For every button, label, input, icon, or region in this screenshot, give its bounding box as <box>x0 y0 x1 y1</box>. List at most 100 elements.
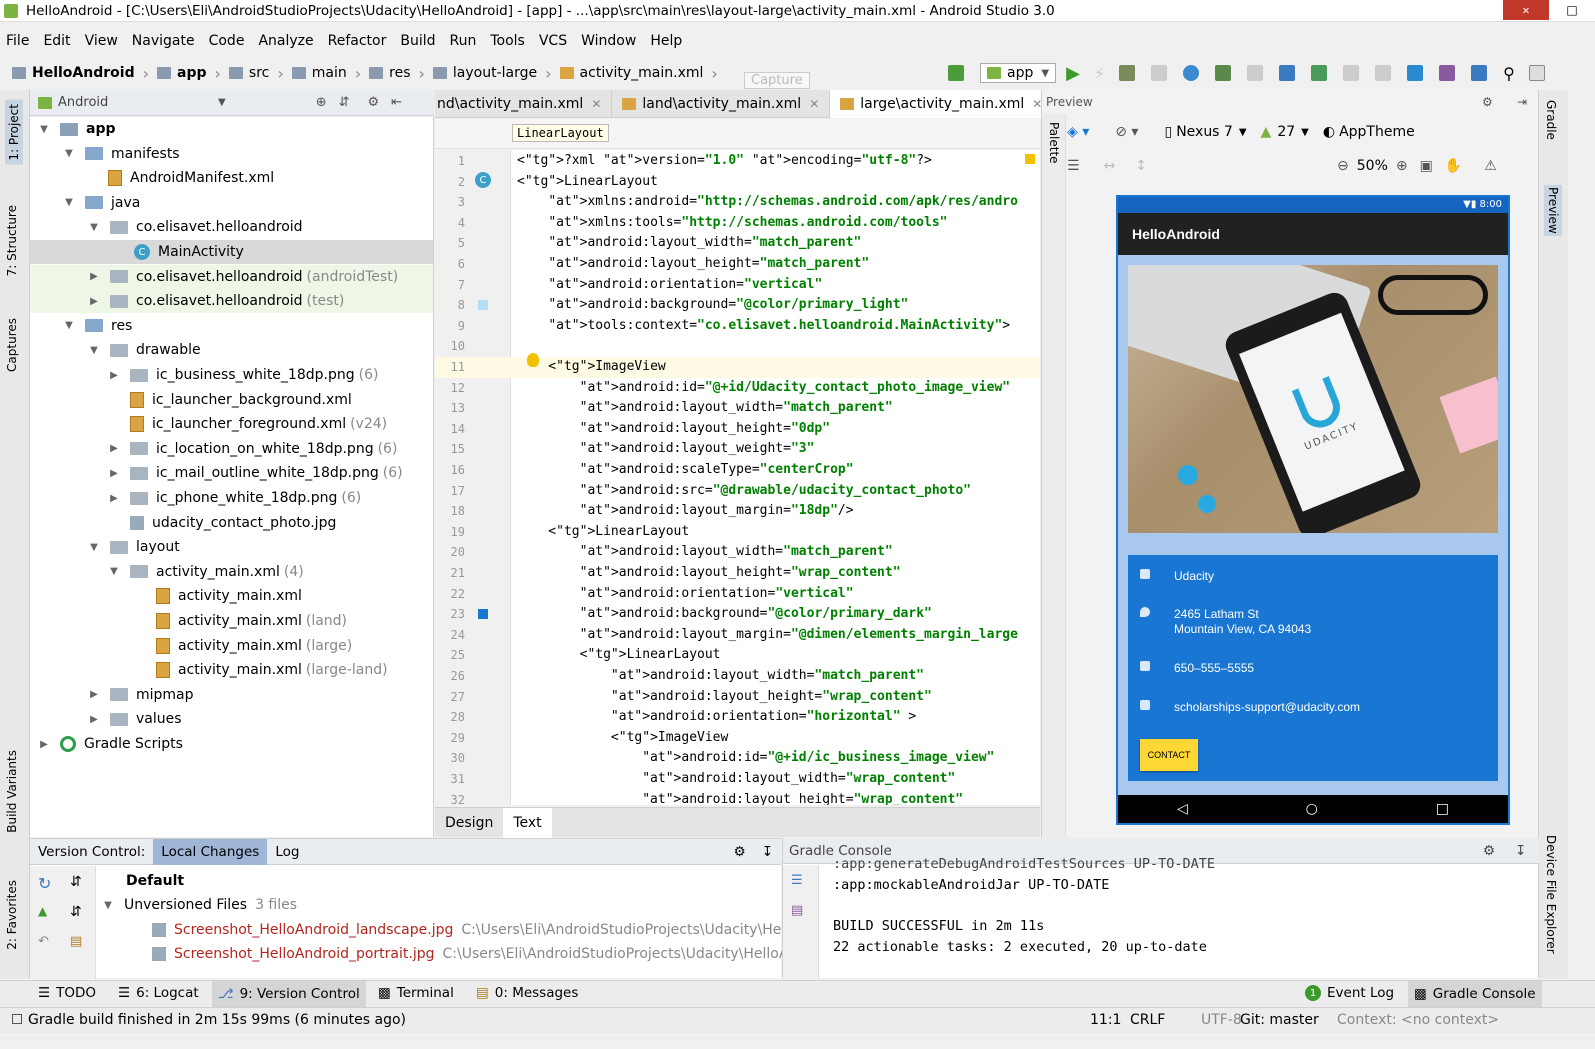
height-icon[interactable]: ↕ <box>1135 158 1147 174</box>
hide-panel-icon[interactable]: ⇤ <box>391 95 402 110</box>
breadcrumb-item[interactable]: activity_main.xml › <box>559 64 718 83</box>
tree-item-gradle-scripts[interactable]: ▶ Gradle Scripts <box>30 732 433 756</box>
code-line[interactable]: 24 "at">android:layout_margin="@dimen/el… <box>435 625 1040 646</box>
collapse-all-icon[interactable]: ⇵ <box>339 95 350 110</box>
tree-item-drawable-file[interactable]: ▶ ic_business_white_18dp.png (6) <box>30 363 433 387</box>
todo-tool-button[interactable]: ☰ TODO <box>38 985 96 1001</box>
structure-tool-tab[interactable]: 7: Structure <box>5 205 19 276</box>
tree-item-values[interactable]: ▶ values <box>30 707 433 731</box>
expand-arrow-icon[interactable]: ▶ <box>38 739 50 750</box>
color-swatch-icon[interactable] <box>478 609 488 619</box>
breadcrumb-item[interactable]: HelloAndroid › <box>12 64 149 83</box>
gear-icon[interactable]: ⚙ <box>1483 843 1495 859</box>
project-structure-icon[interactable] <box>1471 65 1488 81</box>
breadcrumb-item[interactable]: layout-large › <box>432 64 552 83</box>
tree-item-package-test[interactable]: ▶ co.elisavet.helloandroid (test) <box>30 289 433 314</box>
expand-arrow-icon[interactable]: ▼ <box>38 124 50 135</box>
menu-tools[interactable]: Tools <box>490 33 525 49</box>
device-select[interactable]: Nexus 7 <box>1176 124 1233 140</box>
code-line[interactable]: 1 <"tg">?xml "at">version="1.0" "at">enco… <box>435 151 1040 172</box>
expand-arrow-icon[interactable]: ▼ <box>63 148 75 159</box>
captures-tool-tab[interactable]: Captures <box>5 318 19 372</box>
menu-file[interactable]: File <box>6 33 29 49</box>
editor-breadcrumb[interactable]: LinearLayout <box>512 124 609 142</box>
revert-icon[interactable] <box>1375 65 1392 81</box>
color-swatch-icon[interactable] <box>478 300 488 310</box>
code-line[interactable]: 10 <box>435 336 1040 357</box>
code-editor[interactable]: 1 <"tg">?xml "at">version="1.0" "at">enco… <box>435 150 1040 805</box>
tree-item-manifest-file[interactable]: AndroidManifest.xml <box>30 166 433 190</box>
theme-select[interactable]: AppTheme <box>1339 124 1415 140</box>
line-separator[interactable]: CRLF <box>1130 1012 1165 1028</box>
tree-item-layout-group[interactable]: ▼ activity_main.xml (4) <box>30 560 433 584</box>
vcs-commit-icon[interactable]: ▲ <box>38 904 47 918</box>
tree-item-package-androidtest[interactable]: ▶ co.elisavet.helloandroid (androidTest) <box>30 264 433 289</box>
locate-file-icon[interactable]: ⊕ <box>316 95 327 110</box>
tree-item-drawable-file[interactable]: ic_launcher_foreground.xml (v24) <box>30 412 433 436</box>
code-line[interactable]: 14 "at">android:layout_height="0dp" <box>435 419 1040 440</box>
tree-item-drawable[interactable]: ▼ drawable <box>30 338 433 362</box>
sdk-manager-icon[interactable] <box>1407 65 1424 81</box>
code-line[interactable]: 25 <"tg">LinearLayout <box>435 645 1040 666</box>
project-view-select[interactable]: Android <box>58 95 218 110</box>
code-line[interactable]: 27 "at">android:layout_height="wrap_cont… <box>435 687 1040 708</box>
gear-icon[interactable]: ⚙ <box>726 839 754 865</box>
collapse-all-icon[interactable]: ⇵ <box>70 904 82 920</box>
tree-item-layout-file[interactable]: activity_main.xml (large-land) <box>30 658 433 682</box>
zoom-to-fit-icon[interactable]: ▣ <box>1420 158 1433 174</box>
expand-arrow-icon[interactable]: ▶ <box>88 714 100 725</box>
code-line[interactable]: 4 "at">xmlns:tools="http://schemas.andro… <box>435 213 1040 234</box>
menu-help[interactable]: Help <box>650 33 682 49</box>
hide-panel-icon[interactable]: ↧ <box>754 839 781 865</box>
code-line[interactable]: 22 "at">android:orientation="vertical" <box>435 584 1040 605</box>
code-line[interactable]: 26 "at">android:layout_width="match_pare… <box>435 666 1040 687</box>
vcs-history-icon[interactable] <box>1343 65 1360 81</box>
tree-item-manifests[interactable]: ▼ manifests <box>30 142 433 166</box>
run-icon[interactable]: ▶ <box>1066 63 1080 84</box>
expand-arrow-icon[interactable]: ▶ <box>108 443 120 454</box>
code-line[interactable]: 12 "at">android:id="@+id/Udacity_contact… <box>435 378 1040 399</box>
code-line[interactable]: 19 <"tg">LinearLayout <box>435 522 1040 543</box>
expand-arrow-icon[interactable]: ▼ <box>88 345 100 356</box>
tree-item-drawable-file[interactable]: udacity_contact_photo.jpg <box>30 511 433 535</box>
run-config-select[interactable]: app ▼ <box>980 63 1057 83</box>
hide-panel-icon[interactable]: ⇥ <box>1517 95 1527 109</box>
menu-analyze[interactable]: Analyze <box>258 33 313 49</box>
gradle-tool-tab[interactable]: Gradle <box>1544 100 1558 140</box>
expand-arrow-icon[interactable]: ▼ <box>102 900 114 911</box>
tree-item-app[interactable]: ▼ app <box>30 117 433 141</box>
maximize-button[interactable]: □ <box>1549 0 1595 20</box>
revert-icon[interactable]: ↶ <box>38 934 49 949</box>
expand-arrow-icon[interactable]: ▶ <box>108 468 120 479</box>
code-line[interactable]: 30 "at">android:id="@+id/ic_business_ima… <box>435 748 1040 769</box>
toggle-view-icon[interactable]: ☰ <box>791 873 803 888</box>
tree-item-package[interactable]: ▼ co.elisavet.helloandroid <box>30 215 433 239</box>
code-line[interactable]: 6 "at">android:layout_height="match_pare… <box>435 254 1040 275</box>
expand-all-icon[interactable]: ⇵ <box>70 874 82 890</box>
tree-item-res[interactable]: ▼ res <box>30 314 433 338</box>
code-line[interactable]: 3 "at">xmlns:android="http://schemas.and… <box>435 192 1040 213</box>
palette-tab[interactable]: Palette <box>1047 122 1061 164</box>
editor-tab[interactable]: land\activity_main.xml ✕ <box>612 90 831 118</box>
tree-item-layout-file[interactable]: activity_main.xml <box>30 584 433 608</box>
stop-icon[interactable] <box>1247 65 1264 81</box>
context-indicator[interactable]: Context: <no context> <box>1337 1012 1499 1028</box>
vcs-commit-icon[interactable] <box>1311 65 1328 81</box>
cursor-position[interactable]: 11:1 <box>1090 1012 1121 1028</box>
tab-design[interactable]: Design <box>435 808 503 838</box>
breadcrumb-item[interactable]: res › <box>369 64 425 83</box>
close-tab-icon[interactable]: ✕ <box>809 97 819 111</box>
code-line[interactable]: 16 "at">android:scaleType="centerCrop" <box>435 460 1040 481</box>
gear-icon[interactable]: ⚙ <box>368 95 380 110</box>
gradle-console-tool-button[interactable]: ▩ Gradle Console <box>1408 981 1542 1007</box>
expand-arrow-icon[interactable]: ▶ <box>108 493 120 504</box>
split-view-icon[interactable]: ☰ <box>1067 158 1080 174</box>
home-icon[interactable]: ○ <box>1306 801 1318 817</box>
tab-text[interactable]: Text <box>503 807 552 838</box>
zoom-in-icon[interactable]: ⊕ <box>1396 158 1408 174</box>
expand-arrow-icon[interactable]: ▼ <box>63 320 75 331</box>
unversioned-file[interactable]: Screenshot_HelloAndroid_portrait.jpg C:\U… <box>98 942 806 966</box>
back-icon[interactable]: ◁ <box>1177 801 1188 817</box>
tree-item-mipmap[interactable]: ▶ mipmap <box>30 683 433 707</box>
breadcrumb-item[interactable]: src › <box>228 64 284 83</box>
